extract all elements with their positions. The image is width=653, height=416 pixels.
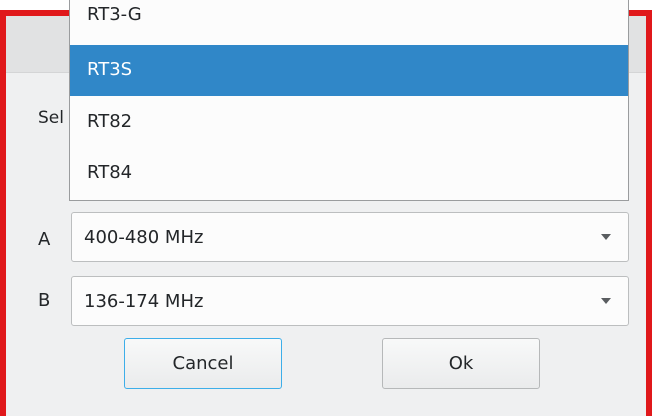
channel-b-band-value: 136-174 MHz: [84, 291, 204, 312]
model-dropdown-list: RT3-G RT3S RT82 RT84: [69, 0, 629, 201]
channel-b-band-select[interactable]: 136-174 MHz: [71, 276, 629, 326]
channel-b-label: B: [38, 290, 51, 311]
channel-a-band-select[interactable]: 400-480 MHz: [71, 212, 629, 262]
dropdown-option-rt3-g[interactable]: RT3-G: [70, 0, 628, 41]
dropdown-option-rt82[interactable]: RT82: [70, 97, 628, 148]
dropdown-option-rt84[interactable]: RT84: [70, 148, 628, 199]
model-prompt-label: Sel: [38, 108, 64, 128]
channel-a-label: A: [38, 229, 51, 250]
cancel-button[interactable]: Cancel: [124, 338, 282, 389]
chevron-down-icon: [601, 234, 611, 240]
dropdown-option-rt3s[interactable]: RT3S: [70, 45, 628, 96]
channel-a-band-value: 400-480 MHz: [84, 227, 204, 248]
chevron-down-icon: [601, 298, 611, 304]
ok-button[interactable]: Ok: [382, 338, 540, 389]
